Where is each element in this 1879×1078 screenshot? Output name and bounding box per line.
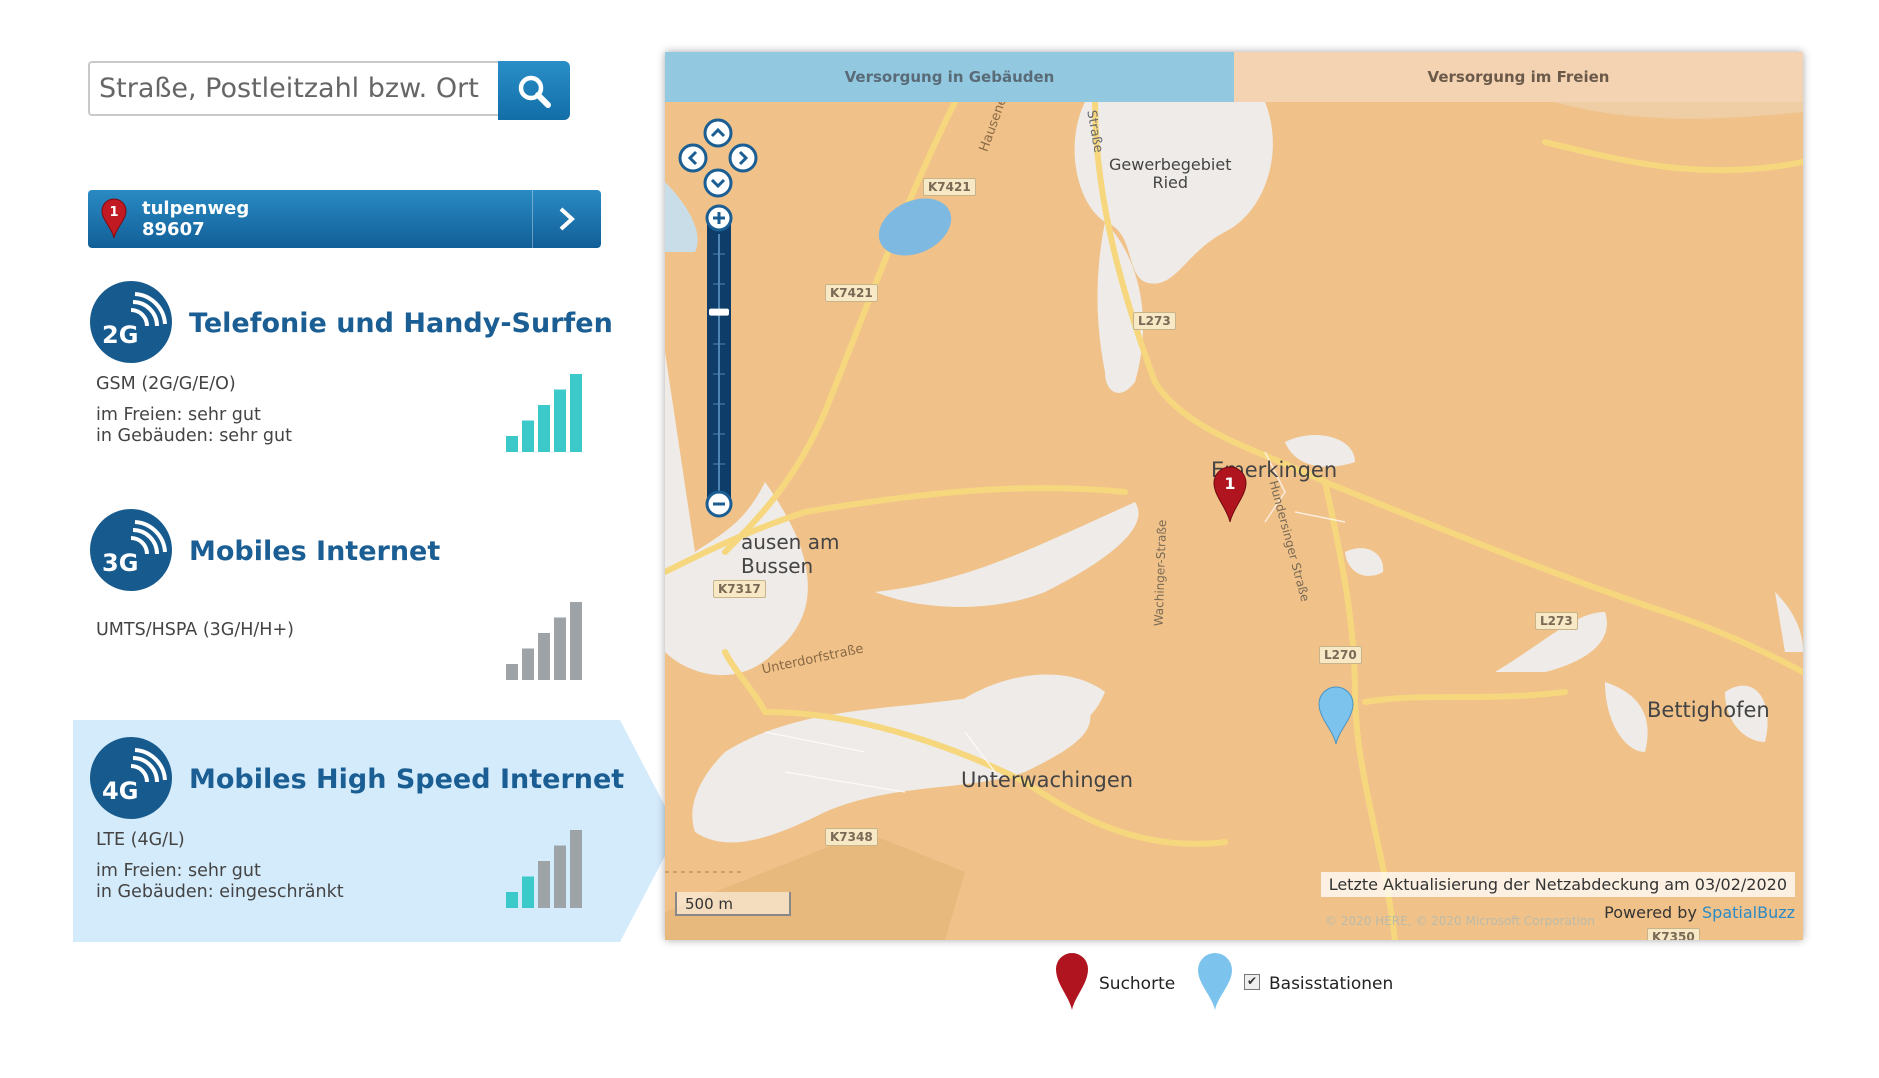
zoom-slider-thumb[interactable] xyxy=(709,308,729,316)
service-title: Mobiles High Speed Internet xyxy=(189,764,625,795)
coverage-update-note: Letzte Aktualisierung der Netzabdeckung … xyxy=(1320,872,1795,897)
legend-stations-label: Basisstationen xyxy=(1269,974,1394,994)
search-input[interactable] xyxy=(88,61,500,116)
2g-signal-icon: 2G xyxy=(90,281,172,363)
quality-indoor: in Gebäuden: eingeschränkt xyxy=(96,882,344,902)
search-button[interactable] xyxy=(498,61,570,120)
place-label: ausen am Bussen xyxy=(741,530,840,578)
signal-bar xyxy=(554,389,566,452)
search-location-marker[interactable]: 1 xyxy=(1213,466,1247,522)
coverage-map[interactable]: Versorgung in Gebäuden Versorgung im Fre… xyxy=(665,52,1803,940)
quality-outdoor: im Freien: sehr gut xyxy=(96,405,261,425)
road-shield: K7421 xyxy=(923,178,976,196)
legend-search-label: Suchorte xyxy=(1099,974,1176,994)
spatialbuzz-link[interactable]: SpatialBuzz xyxy=(1702,903,1795,922)
place-label: Gewerbegebiet Ried xyxy=(1109,155,1232,192)
3g-signal-icon: 3G xyxy=(90,509,172,591)
pan-up-button[interactable] xyxy=(703,118,733,148)
base-station-marker[interactable] xyxy=(1318,686,1354,744)
map-copyright: © 2020 HERE, © 2020 Microsoft Corporatio… xyxy=(1325,914,1595,928)
quality-indoor: in Gebäuden: sehr gut xyxy=(96,426,292,446)
pan-right-button[interactable] xyxy=(728,143,758,173)
svg-text:1: 1 xyxy=(1224,474,1235,493)
signal-bar xyxy=(570,830,582,908)
red-marker-icon: 1 xyxy=(101,198,127,238)
signal-bar xyxy=(554,617,566,680)
pan-left-button[interactable] xyxy=(678,143,708,173)
service-tech: GSM (2G/G/E/O) xyxy=(96,374,236,394)
service-title: Telefonie und Handy-Surfen xyxy=(189,308,613,339)
quality-outdoor: im Freien: sehr gut xyxy=(96,861,261,881)
svg-text:2G: 2G xyxy=(102,321,138,349)
tab-indoor-coverage[interactable]: Versorgung in Gebäuden xyxy=(665,52,1234,102)
tab-outdoor-coverage[interactable]: Versorgung im Freien xyxy=(1234,52,1803,102)
signal-bar xyxy=(554,845,566,908)
signal-bar xyxy=(506,664,518,680)
search-result-location[interactable]: 1 tulpenweg 89607 xyxy=(88,190,601,248)
service-tech: UMTS/HSPA (3G/H/H+) xyxy=(96,620,294,640)
signal-bar xyxy=(570,602,582,680)
road-shield: K7348 xyxy=(825,828,878,846)
signal-bars-icon xyxy=(506,830,582,908)
4g-signal-icon: 4G xyxy=(90,737,172,819)
road-shield: K7317 xyxy=(713,580,766,598)
pan-control xyxy=(678,118,758,198)
place-label: Bettighofen xyxy=(1647,698,1770,722)
search-icon xyxy=(518,75,551,108)
road-shield: L273 xyxy=(1535,612,1578,630)
signal-bar xyxy=(522,420,534,452)
svg-text:3G: 3G xyxy=(102,549,138,577)
marker-number: 1 xyxy=(109,205,118,220)
red-marker-icon xyxy=(1056,953,1088,1010)
signal-bar xyxy=(522,648,534,680)
signal-bar xyxy=(538,405,550,452)
coverage-tabs: Versorgung in Gebäuden Versorgung im Fre… xyxy=(665,52,1803,102)
road-shield: L273 xyxy=(1133,312,1176,330)
signal-bar xyxy=(538,861,550,908)
signal-bars-icon xyxy=(506,602,582,680)
pan-down-button[interactable] xyxy=(703,168,733,198)
location-zip: 89607 xyxy=(142,219,205,240)
signal-bars-icon xyxy=(506,374,582,452)
location-go-button[interactable] xyxy=(533,190,601,248)
base-stations-checkbox[interactable]: ✔ xyxy=(1244,974,1260,990)
search-bar xyxy=(88,61,570,120)
service-title: Mobiles Internet xyxy=(189,536,441,567)
signal-bar xyxy=(522,876,534,908)
blue-marker-icon xyxy=(1198,953,1232,1010)
signal-bar xyxy=(570,374,582,452)
powered-by: Powered by SpatialBuzz xyxy=(1604,903,1795,922)
location-name: tulpenweg 89607 xyxy=(142,198,249,240)
road-shield: K7350 xyxy=(1647,928,1700,940)
svg-text:4G: 4G xyxy=(102,777,138,805)
place-label: Unterwachingen xyxy=(961,768,1134,792)
map-scale: 500 m xyxy=(675,892,791,916)
zoom-slider[interactable] xyxy=(703,204,735,520)
service-tech: LTE (4G/L) xyxy=(96,830,185,850)
signal-bar xyxy=(538,633,550,680)
road-shield: L270 xyxy=(1319,646,1362,664)
chevron-right-icon xyxy=(559,207,575,231)
road-shield: K7421 xyxy=(825,284,878,302)
signal-bar xyxy=(506,436,518,452)
location-street: tulpenweg xyxy=(142,198,250,219)
signal-bar xyxy=(506,892,518,908)
